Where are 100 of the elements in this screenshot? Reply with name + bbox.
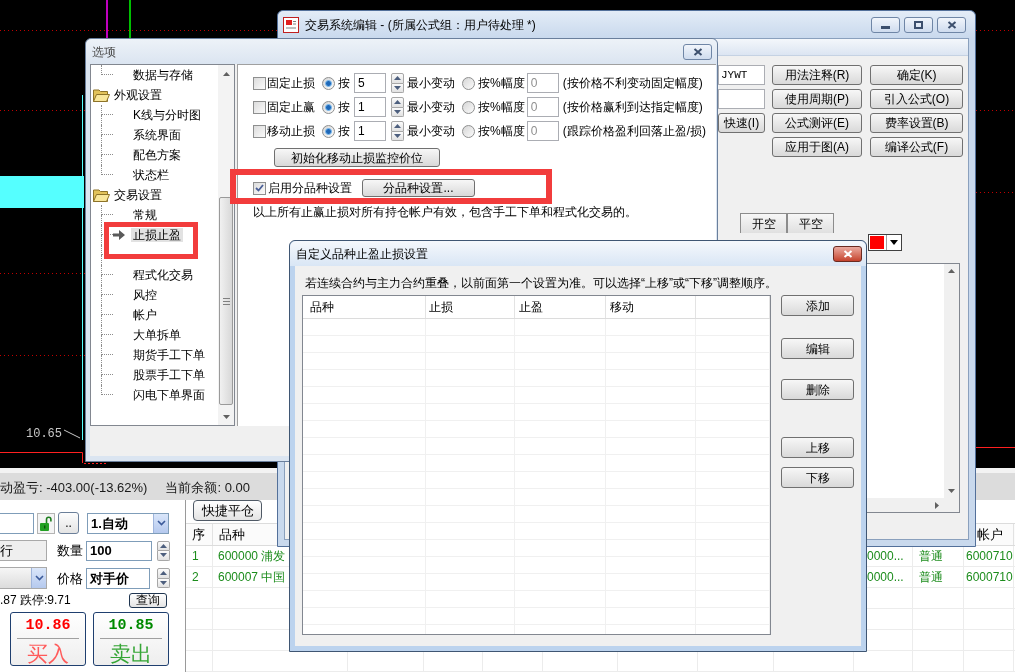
- value-field[interactable]: 1: [354, 121, 386, 141]
- move-down-button[interactable]: 下移: [781, 467, 854, 488]
- tree-item[interactable]: 股票手工下单: [131, 368, 207, 382]
- minimize-button[interactable]: [871, 16, 900, 33]
- unit-label: 最小变动: [407, 77, 455, 89]
- tab[interactable]: 平空: [787, 213, 834, 233]
- tree-item[interactable]: K线与分时图: [131, 108, 203, 122]
- quantity-field[interactable]: 100: [86, 540, 152, 561]
- fee-settings-button[interactable]: 费率设置(B): [870, 113, 963, 133]
- ok-button[interactable]: 确定(K): [870, 65, 963, 85]
- row-number: 2: [192, 571, 199, 583]
- indicator-line: [106, 0, 108, 41]
- spin-down-button[interactable]: [391, 107, 404, 117]
- instrument-name: 600000 浦发: [218, 550, 286, 562]
- more-button[interactable]: ..: [58, 512, 79, 534]
- scrollbar[interactable]: [218, 65, 234, 425]
- radio-label: 按%幅度: [478, 77, 525, 89]
- scroll-up-icon: [948, 269, 955, 273]
- tree-item[interactable]: 大单拆单: [131, 328, 183, 342]
- tree-item[interactable]: 数据与存储: [131, 68, 195, 82]
- tree-item[interactable]: 配色方案: [131, 148, 183, 162]
- hint-text: (跟踪价格盈利回落止盈/损): [562, 125, 706, 137]
- close-icon: [692, 47, 703, 56]
- chevron-down-icon: [153, 513, 168, 533]
- spin-down-button[interactable]: [391, 83, 404, 93]
- column-header: 品种: [219, 528, 245, 541]
- close-icon: [946, 20, 957, 29]
- tree-item[interactable]: 帐户: [131, 308, 159, 322]
- checkbox[interactable]: [253, 100, 266, 114]
- caret-up-icon: [394, 76, 401, 81]
- quick-button[interactable]: 快速(I): [718, 113, 765, 133]
- account-field[interactable]: [0, 512, 34, 534]
- tree-item[interactable]: 程式化交易: [131, 268, 195, 282]
- tree-item[interactable]: 常规: [131, 208, 159, 222]
- name-field[interactable]: JYWT: [718, 65, 765, 85]
- tree-item[interactable]: 系统界面: [131, 128, 183, 142]
- note-text: 以上所有止赢止损对所有持仓帐户有效，包含手工下单和程式化交易的。: [253, 206, 637, 218]
- maximize-button[interactable]: [904, 16, 933, 33]
- tree-item[interactable]: 闪电下单界面: [131, 388, 207, 402]
- close-button[interactable]: [833, 245, 862, 262]
- period-button[interactable]: 使用周期(P): [772, 89, 862, 109]
- tree-item[interactable]: 止损止盈: [131, 228, 183, 242]
- unit-label: 最小变动: [407, 101, 455, 113]
- tree-group[interactable]: 交易设置: [114, 189, 162, 201]
- account-number: 6000710: [966, 550, 1013, 562]
- spin-up-button[interactable]: [157, 540, 170, 551]
- evaluate-button[interactable]: 公式测评(E): [772, 113, 862, 133]
- usage-notes-button[interactable]: 用法注释(R): [772, 65, 862, 85]
- spin-down-button[interactable]: [157, 578, 170, 588]
- move-up-button[interactable]: 上移: [781, 437, 854, 458]
- window-title: 选项: [92, 45, 116, 58]
- value-field[interactable]: 1: [354, 97, 386, 117]
- sell-button[interactable]: 10.85 卖出: [93, 612, 169, 666]
- close-button[interactable]: [683, 43, 712, 60]
- toolbar-button[interactable]: 快捷平仓: [193, 500, 262, 521]
- lock-button[interactable]: [37, 512, 55, 534]
- column-header: 帐户: [977, 528, 1003, 541]
- buy-button[interactable]: 10.86 买入: [10, 612, 86, 666]
- radio-label: 按%幅度: [478, 101, 525, 113]
- value-field[interactable]: 5: [354, 73, 386, 93]
- edit-button[interactable]: 编辑: [781, 338, 854, 359]
- order-mode-select[interactable]: 1.自动: [87, 512, 169, 534]
- price-field[interactable]: 对手价: [86, 567, 150, 589]
- tree-item[interactable]: 状态栏: [131, 168, 171, 182]
- checkbox-label: 移动止损: [267, 125, 315, 137]
- maximize-icon: [914, 20, 923, 29]
- tree-group[interactable]: 外观设置: [114, 89, 162, 101]
- text-field[interactable]: [718, 89, 765, 109]
- checkbox[interactable]: [253, 181, 266, 195]
- init-button[interactable]: 初始化移动止损监控价位: [274, 148, 440, 167]
- delete-button[interactable]: 删除: [781, 379, 854, 400]
- add-button[interactable]: 添加: [781, 295, 854, 316]
- type-text: 普通: [919, 571, 943, 583]
- apply-to-chart-button[interactable]: 应用于图(A): [772, 137, 862, 157]
- checkbox-label: 固定止赢: [267, 101, 315, 113]
- spin-down-button[interactable]: [391, 131, 404, 141]
- hint-text: 若连续合约与主力合约重叠，以前面第一个设置为准。可以选择“上移”或“下移”调整顺序。: [305, 277, 777, 289]
- query-button[interactable]: 查询: [129, 592, 167, 608]
- color-select[interactable]: [868, 233, 902, 251]
- tree-item[interactable]: 期货手工下单: [131, 348, 207, 362]
- unit-label: 最小变动: [407, 125, 455, 137]
- tree-item[interactable]: 风控: [131, 288, 159, 302]
- marker-line: [975, 447, 1015, 448]
- per-symbol-button[interactable]: 分品种设置...: [362, 179, 475, 197]
- spin-down-button[interactable]: [157, 551, 170, 561]
- radio-button[interactable]: [322, 100, 335, 114]
- checkbox[interactable]: [253, 124, 266, 138]
- close-button[interactable]: [937, 16, 966, 33]
- app-icon: [283, 16, 299, 33]
- checkbox[interactable]: [253, 76, 266, 90]
- status-text: 当前余额: 0.00: [165, 481, 250, 494]
- compile-button[interactable]: 编译公式(F): [870, 137, 963, 157]
- readonly-field[interactable]: 行: [0, 540, 47, 561]
- column-header: 品种: [310, 301, 334, 313]
- radio-button[interactable]: [322, 124, 335, 138]
- field-label: 数量: [57, 544, 83, 557]
- import-formula-button[interactable]: 引入公式(O): [870, 89, 963, 109]
- radio-button[interactable]: [322, 76, 335, 90]
- scroll-thumb[interactable]: [219, 197, 233, 405]
- tab[interactable]: 开空: [740, 213, 787, 233]
